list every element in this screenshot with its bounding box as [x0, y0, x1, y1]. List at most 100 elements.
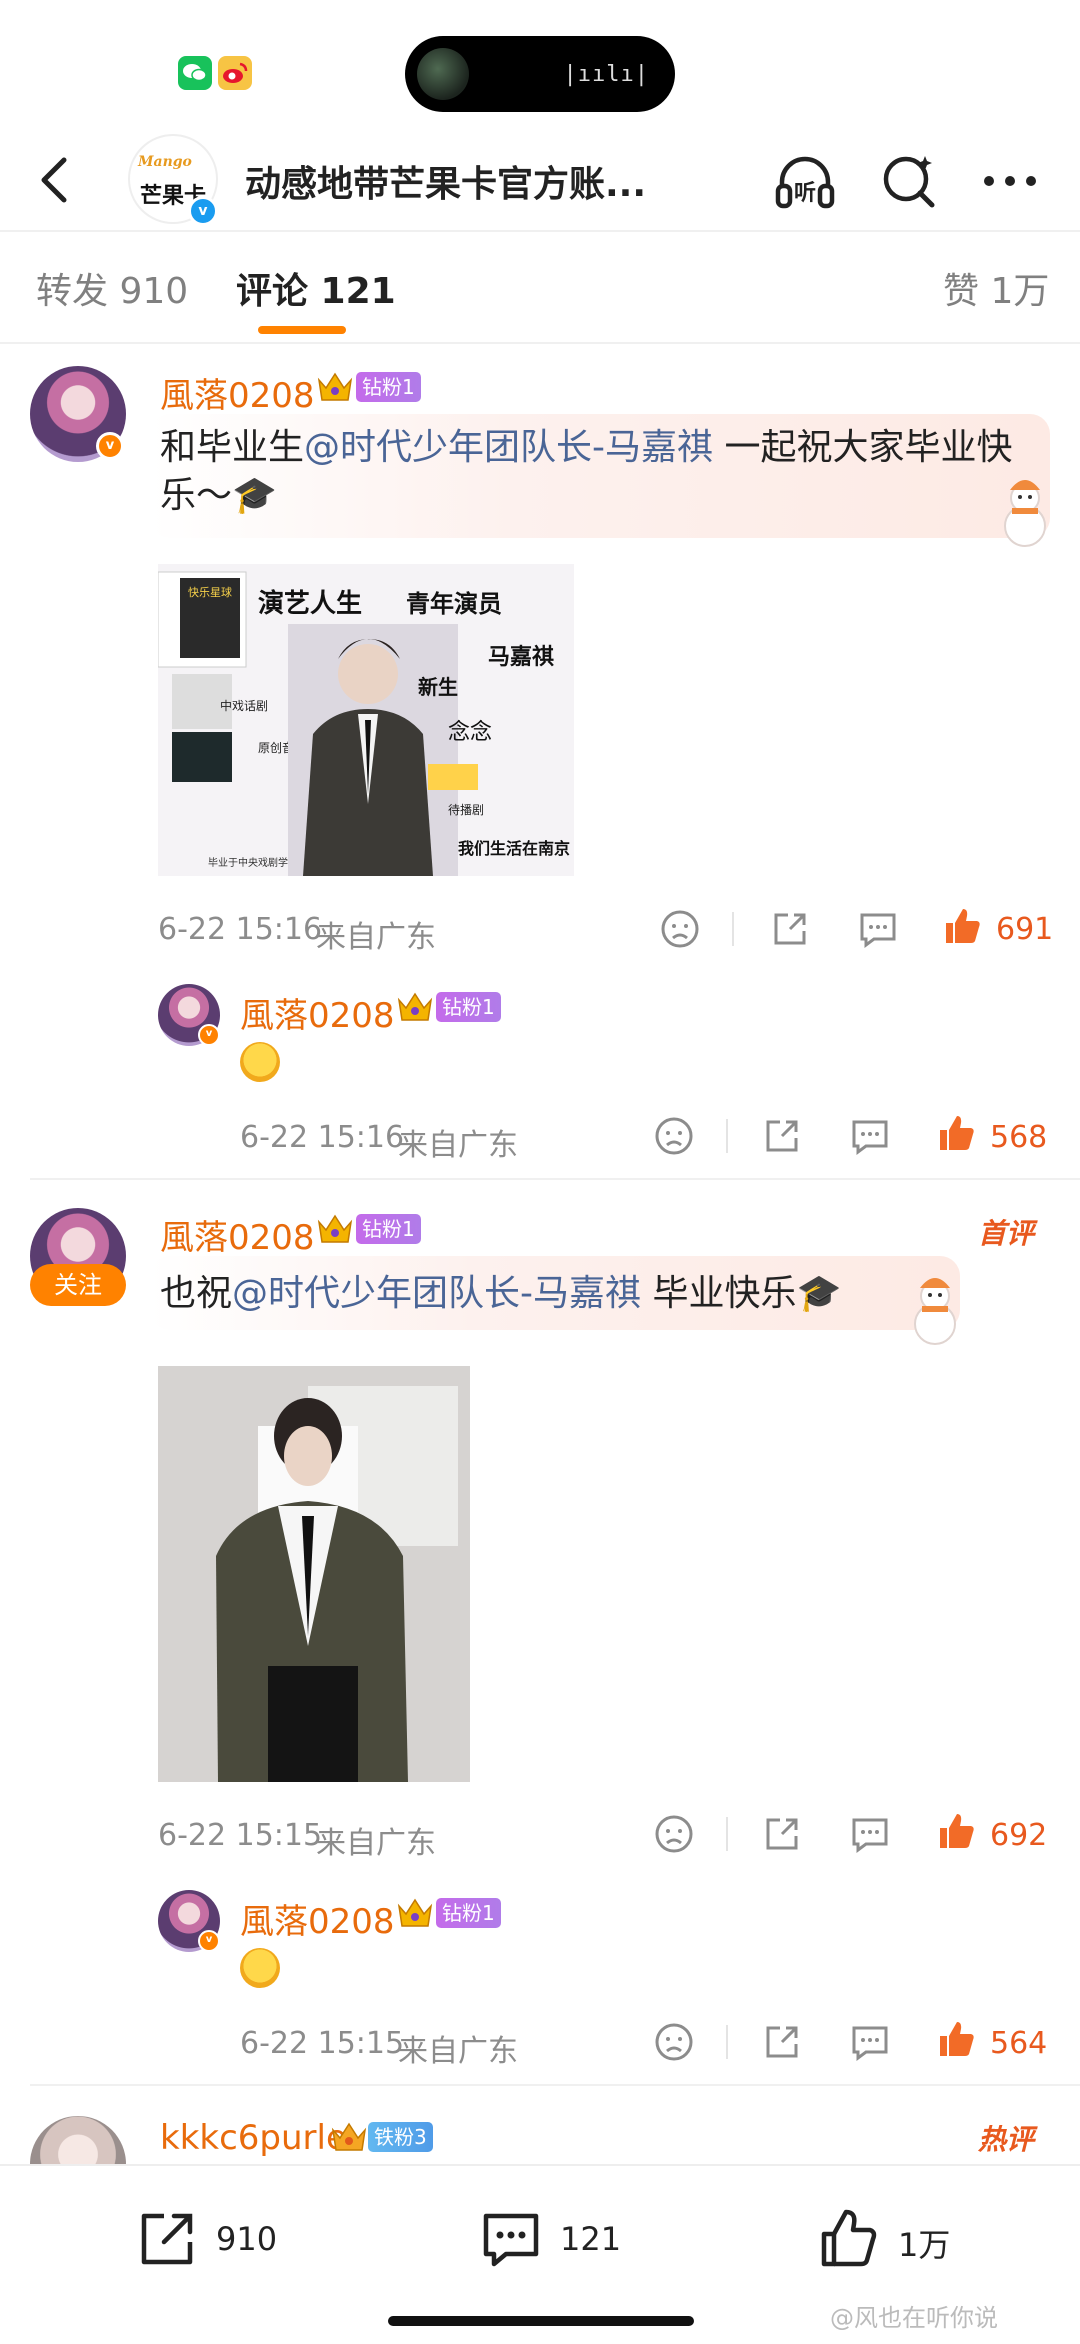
dislike-icon[interactable]	[652, 1114, 696, 1158]
repost-count: 910	[216, 2220, 278, 2258]
verified-badge: v	[198, 1024, 220, 1046]
like-icon[interactable]	[934, 2018, 978, 2062]
comment-divider	[30, 2084, 1080, 2086]
first-comment-tag: 首评	[978, 1217, 1035, 1250]
comment-timestamp: 6-22 15:15	[158, 1818, 323, 1853]
snowman-decoration-icon	[990, 470, 1060, 550]
comment-text: 也祝@时代少年团队长-马嘉祺 毕业快乐🎓	[160, 1273, 842, 1314]
hot-comment-tag: 热评	[978, 2123, 1035, 2156]
comment-image[interactable]	[158, 1366, 470, 1782]
tab-comments[interactable]: 评论 121	[236, 262, 396, 314]
back-icon	[41, 157, 67, 203]
search-button[interactable]	[875, 146, 945, 216]
crown-icon	[316, 370, 354, 404]
fan-badge: 钻粉1	[356, 372, 421, 402]
reply-icon[interactable]	[848, 2020, 892, 2064]
comment-icon	[478, 2206, 544, 2272]
mention-link[interactable]: @时代少年团队长-马嘉祺	[304, 427, 713, 468]
dynamic-island[interactable]: |ıılı|	[405, 36, 675, 112]
fan-badge: 铁粉3	[368, 2122, 433, 2152]
share-icon[interactable]	[760, 2020, 804, 2064]
image-text: 我们生活在南京	[458, 839, 570, 858]
back-button[interactable]	[24, 148, 84, 212]
tab-likes[interactable]: 赞 1万	[943, 262, 1049, 314]
comment-image[interactable]: 快乐星球 演艺人生 中戏话剧 原创音乐剧 毕业于中央戏剧学院 青年演员 马嘉祺 …	[158, 564, 574, 876]
image-text: 马嘉祺	[488, 644, 554, 670]
more-button[interactable]	[975, 146, 1045, 216]
crown-icon	[396, 990, 434, 1024]
like-count: 564	[990, 2026, 1048, 2061]
comment-username[interactable]: kkkc6purle	[160, 2118, 347, 2158]
crown-icon	[330, 2120, 368, 2154]
more-icon	[984, 176, 1036, 186]
wechat-icon	[178, 56, 212, 90]
action-separator	[726, 1119, 728, 1153]
tab-bar: 转发 910 评论 121 赞 1万	[0, 232, 1080, 342]
follow-button[interactable]: 关注	[30, 1264, 126, 1306]
verified-badge: v	[96, 432, 124, 460]
account-title[interactable]: 动感地带芒果卡官方账...	[245, 155, 685, 207]
like-count: 692	[990, 1818, 1048, 1853]
comment-timestamp: 6-22 15:16	[158, 912, 323, 947]
action-separator	[726, 2025, 728, 2059]
home-indicator[interactable]	[388, 2316, 694, 2326]
reply-username[interactable]: 風落0208	[240, 988, 395, 1037]
fan-badge: 钻粉1	[356, 1214, 421, 1244]
reply-icon[interactable]	[848, 1114, 892, 1158]
comment-username[interactable]: 風落0208	[160, 1210, 315, 1259]
reply-location: 来自广东	[398, 1128, 518, 1163]
search-icon	[883, 156, 935, 208]
share-icon[interactable]	[768, 907, 812, 951]
dislike-icon[interactable]	[652, 2020, 696, 2064]
comment-text: 和毕业生@时代少年团队长-马嘉祺 一起祝大家毕业快乐～🎓	[160, 427, 1013, 516]
thumbs-up-icon	[816, 2206, 882, 2272]
share-icon[interactable]	[760, 1114, 804, 1158]
reply-timestamp: 6-22 15:15	[240, 2026, 405, 2061]
dislike-icon[interactable]	[652, 1812, 696, 1856]
dislike-icon[interactable]	[658, 907, 702, 951]
fan-badge: 钻粉1	[436, 1898, 501, 1928]
image-text: 演艺人生	[258, 588, 362, 619]
like-count: 691	[996, 912, 1054, 947]
mention-link[interactable]: @时代少年团队长-马嘉祺	[232, 1273, 641, 1314]
snowman-decoration-icon	[900, 1268, 970, 1348]
headphones-icon: 听	[775, 156, 835, 209]
header: Mango 芒果卡 v 动感地带芒果卡官方账... 听	[0, 130, 1080, 230]
comment-count: 121	[560, 2220, 622, 2258]
image-text: 中戏话剧	[220, 698, 268, 713]
image-text: 青年演员	[406, 590, 502, 618]
tab-repost[interactable]: 转发 910	[36, 262, 188, 314]
comment-divider	[30, 1178, 1080, 1180]
crown-icon	[396, 1896, 434, 1930]
image-text: 毕业于中央戏剧学院	[208, 856, 298, 869]
weibo-icon	[218, 56, 252, 90]
image-text: 快乐星球	[188, 585, 232, 599]
reply-timestamp: 6-22 15:16	[240, 1120, 405, 1155]
svg-text:听: 听	[794, 181, 816, 206]
like-icon[interactable]	[934, 1112, 978, 1156]
image-text: 念念	[448, 720, 492, 745]
image-text: 新生	[418, 675, 458, 699]
like-icon[interactable]	[934, 1810, 978, 1854]
image-text: 待播剧	[448, 803, 484, 817]
reply-location: 来自广东	[398, 2034, 518, 2069]
emoji-laugh-icon	[240, 1042, 280, 1082]
status-bar: |ıılı|	[0, 0, 1080, 130]
like-total: 1万	[898, 2226, 951, 2264]
action-separator	[726, 1817, 728, 1851]
now-playing-artwork	[417, 48, 469, 100]
crown-icon	[316, 1212, 354, 1246]
action-separator	[732, 912, 734, 946]
listen-button[interactable]: 听	[770, 146, 840, 216]
reply-icon[interactable]	[848, 1812, 892, 1856]
comment-location: 来自广东	[316, 920, 436, 955]
fan-badge: 钻粉1	[436, 992, 501, 1022]
reply-icon[interactable]	[856, 907, 900, 951]
audio-wave-icon: |ıılı|	[563, 62, 649, 87]
share-icon[interactable]	[760, 1812, 804, 1856]
reply-username[interactable]: 風落0208	[240, 1894, 395, 1943]
like-icon[interactable]	[940, 905, 984, 949]
comment-username[interactable]: 風落0208	[160, 368, 315, 417]
watermark: @风也在听你说	[830, 2304, 998, 2332]
repost-icon	[134, 2206, 200, 2272]
